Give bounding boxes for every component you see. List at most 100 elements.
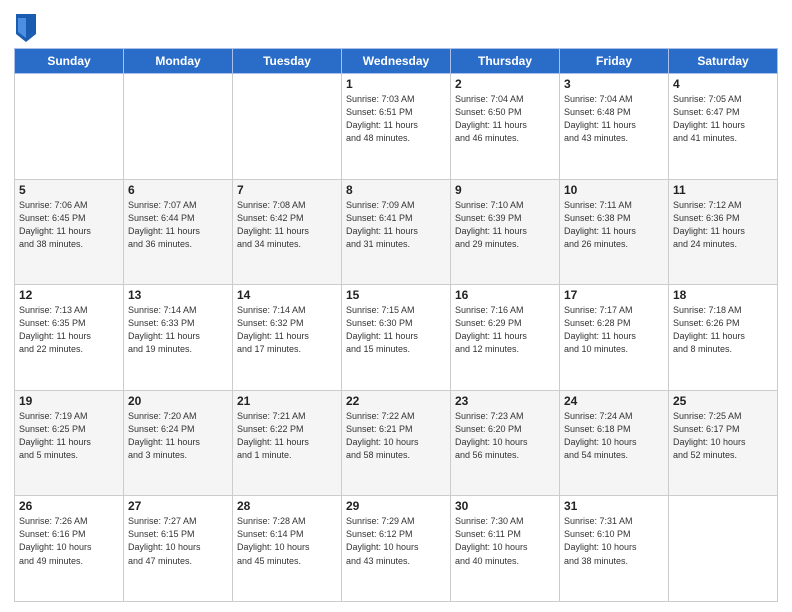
calendar-cell: 29 Sunrise: 7:29 AM Sunset: 6:12 PM Dayli… — [342, 496, 451, 602]
logo-icon — [16, 14, 36, 42]
calendar-cell: 18 Sunrise: 7:18 AM Sunset: 6:26 PM Dayli… — [669, 285, 778, 391]
calendar-cell: 10Sunrise: 7:11 AM Sunset: 6:38 PM Dayli… — [560, 179, 669, 285]
calendar-cell: 20 Sunrise: 7:20 AM Sunset: 6:24 PM Dayli… — [124, 390, 233, 496]
weekday-header: Wednesday — [342, 49, 451, 74]
calendar-week-row: 12 Sunrise: 7:13 AM Sunset: 6:35 PM Dayli… — [15, 285, 778, 391]
day-info: Sunrise: 7:04 AM Sunset: 6:50 PM Dayligh… — [455, 93, 555, 145]
day-info: Sunrise: 7:03 AM Sunset: 6:51 PM Dayligh… — [346, 93, 446, 145]
header — [14, 10, 778, 42]
day-info: Sunrise: 7:13 AM Sunset: 6:35 PM Dayligh… — [19, 304, 119, 356]
day-number: 12 — [19, 288, 119, 302]
day-number: 22 — [346, 394, 446, 408]
calendar-week-row: 1Sunrise: 7:03 AM Sunset: 6:51 PM Daylig… — [15, 74, 778, 180]
day-number: 28 — [237, 499, 337, 513]
day-info: Sunrise: 7:11 AM Sunset: 6:38 PM Dayligh… — [564, 199, 664, 251]
day-info: Sunrise: 7:23 AM Sunset: 6:20 PM Dayligh… — [455, 410, 555, 462]
weekday-header: Friday — [560, 49, 669, 74]
day-info: Sunrise: 7:18 AM Sunset: 6:26 PM Dayligh… — [673, 304, 773, 356]
calendar-cell: 21 Sunrise: 7:21 AM Sunset: 6:22 PM Dayli… — [233, 390, 342, 496]
day-info: Sunrise: 7:04 AM Sunset: 6:48 PM Dayligh… — [564, 93, 664, 145]
day-info: Sunrise: 7:31 AM Sunset: 6:10 PM Dayligh… — [564, 515, 664, 567]
day-number: 21 — [237, 394, 337, 408]
weekday-header: Thursday — [451, 49, 560, 74]
calendar-cell: 16 Sunrise: 7:16 AM Sunset: 6:29 PM Dayli… — [451, 285, 560, 391]
day-number: 2 — [455, 77, 555, 91]
calendar-table: SundayMondayTuesdayWednesdayThursdayFrid… — [14, 48, 778, 602]
day-info: Sunrise: 7:24 AM Sunset: 6:18 PM Dayligh… — [564, 410, 664, 462]
calendar-cell: 5 Sunrise: 7:06 AM Sunset: 6:45 PM Daylig… — [15, 179, 124, 285]
calendar-cell: 12 Sunrise: 7:13 AM Sunset: 6:35 PM Dayli… — [15, 285, 124, 391]
day-number: 24 — [564, 394, 664, 408]
calendar-cell — [233, 74, 342, 180]
calendar-cell — [15, 74, 124, 180]
day-info: Sunrise: 7:28 AM Sunset: 6:14 PM Dayligh… — [237, 515, 337, 567]
day-number: 13 — [128, 288, 228, 302]
day-info: Sunrise: 7:26 AM Sunset: 6:16 PM Dayligh… — [19, 515, 119, 567]
weekday-header: Saturday — [669, 49, 778, 74]
day-number: 27 — [128, 499, 228, 513]
day-info: Sunrise: 7:17 AM Sunset: 6:28 PM Dayligh… — [564, 304, 664, 356]
day-info: Sunrise: 7:05 AM Sunset: 6:47 PM Dayligh… — [673, 93, 773, 145]
day-info: Sunrise: 7:08 AM Sunset: 6:42 PM Dayligh… — [237, 199, 337, 251]
day-info: Sunrise: 7:15 AM Sunset: 6:30 PM Dayligh… — [346, 304, 446, 356]
day-number: 7 — [237, 183, 337, 197]
calendar-cell: 31 Sunrise: 7:31 AM Sunset: 6:10 PM Dayli… — [560, 496, 669, 602]
day-info: Sunrise: 7:14 AM Sunset: 6:33 PM Dayligh… — [128, 304, 228, 356]
calendar-cell: 3 Sunrise: 7:04 AM Sunset: 6:48 PM Daylig… — [560, 74, 669, 180]
calendar-cell: 4 Sunrise: 7:05 AM Sunset: 6:47 PM Daylig… — [669, 74, 778, 180]
calendar-header-row: SundayMondayTuesdayWednesdayThursdayFrid… — [15, 49, 778, 74]
calendar-week-row: 19Sunrise: 7:19 AM Sunset: 6:25 PM Dayli… — [15, 390, 778, 496]
day-number: 31 — [564, 499, 664, 513]
calendar-cell: 13 Sunrise: 7:14 AM Sunset: 6:33 PM Dayli… — [124, 285, 233, 391]
day-info: Sunrise: 7:20 AM Sunset: 6:24 PM Dayligh… — [128, 410, 228, 462]
day-info: Sunrise: 7:06 AM Sunset: 6:45 PM Dayligh… — [19, 199, 119, 251]
day-number: 16 — [455, 288, 555, 302]
calendar-cell: 27 Sunrise: 7:27 AM Sunset: 6:15 PM Dayli… — [124, 496, 233, 602]
day-info: Sunrise: 7:27 AM Sunset: 6:15 PM Dayligh… — [128, 515, 228, 567]
day-number: 4 — [673, 77, 773, 91]
calendar-cell: 8 Sunrise: 7:09 AM Sunset: 6:41 PM Daylig… — [342, 179, 451, 285]
day-number: 15 — [346, 288, 446, 302]
day-number: 18 — [673, 288, 773, 302]
day-number: 5 — [19, 183, 119, 197]
day-number: 17 — [564, 288, 664, 302]
calendar-cell: 14 Sunrise: 7:14 AM Sunset: 6:32 PM Dayli… — [233, 285, 342, 391]
day-info: Sunrise: 7:14 AM Sunset: 6:32 PM Dayligh… — [237, 304, 337, 356]
calendar-cell — [669, 496, 778, 602]
day-number: 11 — [673, 183, 773, 197]
calendar-cell: 30Sunrise: 7:30 AM Sunset: 6:11 PM Dayli… — [451, 496, 560, 602]
day-number: 8 — [346, 183, 446, 197]
day-number: 14 — [237, 288, 337, 302]
day-number: 3 — [564, 77, 664, 91]
day-info: Sunrise: 7:30 AM Sunset: 6:11 PM Dayligh… — [455, 515, 555, 567]
calendar-week-row: 5 Sunrise: 7:06 AM Sunset: 6:45 PM Daylig… — [15, 179, 778, 285]
weekday-header: Monday — [124, 49, 233, 74]
calendar-cell: 2 Sunrise: 7:04 AM Sunset: 6:50 PM Daylig… — [451, 74, 560, 180]
weekday-header: Tuesday — [233, 49, 342, 74]
day-number: 19 — [19, 394, 119, 408]
day-info: Sunrise: 7:09 AM Sunset: 6:41 PM Dayligh… — [346, 199, 446, 251]
calendar-cell: 6 Sunrise: 7:07 AM Sunset: 6:44 PM Daylig… — [124, 179, 233, 285]
calendar-cell: 25Sunrise: 7:25 AM Sunset: 6:17 PM Dayli… — [669, 390, 778, 496]
day-info: Sunrise: 7:16 AM Sunset: 6:29 PM Dayligh… — [455, 304, 555, 356]
calendar-week-row: 26Sunrise: 7:26 AM Sunset: 6:16 PM Dayli… — [15, 496, 778, 602]
day-info: Sunrise: 7:07 AM Sunset: 6:44 PM Dayligh… — [128, 199, 228, 251]
calendar-cell — [124, 74, 233, 180]
day-number: 25 — [673, 394, 773, 408]
day-info: Sunrise: 7:21 AM Sunset: 6:22 PM Dayligh… — [237, 410, 337, 462]
calendar-cell: 26Sunrise: 7:26 AM Sunset: 6:16 PM Dayli… — [15, 496, 124, 602]
calendar-cell: 23Sunrise: 7:23 AM Sunset: 6:20 PM Dayli… — [451, 390, 560, 496]
day-number: 29 — [346, 499, 446, 513]
calendar-cell: 19Sunrise: 7:19 AM Sunset: 6:25 PM Dayli… — [15, 390, 124, 496]
day-number: 6 — [128, 183, 228, 197]
calendar-cell: 22 Sunrise: 7:22 AM Sunset: 6:21 PM Dayli… — [342, 390, 451, 496]
day-info: Sunrise: 7:22 AM Sunset: 6:21 PM Dayligh… — [346, 410, 446, 462]
calendar-cell: 1Sunrise: 7:03 AM Sunset: 6:51 PM Daylig… — [342, 74, 451, 180]
calendar-cell: 7 Sunrise: 7:08 AM Sunset: 6:42 PM Daylig… — [233, 179, 342, 285]
calendar-cell: 15 Sunrise: 7:15 AM Sunset: 6:30 PM Dayli… — [342, 285, 451, 391]
day-number: 20 — [128, 394, 228, 408]
calendar-cell: 11 Sunrise: 7:12 AM Sunset: 6:36 PM Dayli… — [669, 179, 778, 285]
day-info: Sunrise: 7:29 AM Sunset: 6:12 PM Dayligh… — [346, 515, 446, 567]
calendar-cell: 24 Sunrise: 7:24 AM Sunset: 6:18 PM Dayli… — [560, 390, 669, 496]
day-info: Sunrise: 7:12 AM Sunset: 6:36 PM Dayligh… — [673, 199, 773, 251]
